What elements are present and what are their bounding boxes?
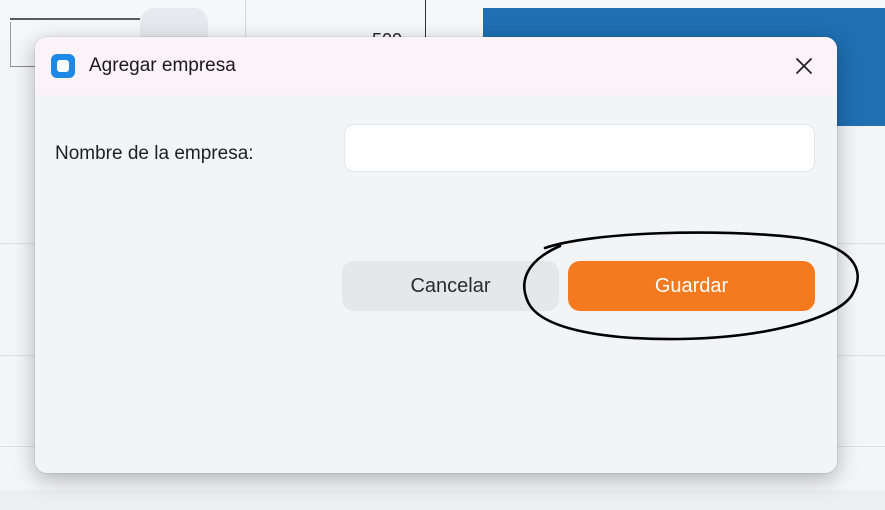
close-button[interactable] [789,51,819,81]
app-square-icon [51,54,75,78]
dialog-titlebar: Agregar empresa [35,37,837,95]
background-tab-border [10,18,140,20]
dialog-title: Agregar empresa [89,55,236,76]
close-icon [796,58,812,74]
company-name-input[interactable] [344,124,815,172]
company-name-label: Nombre de la empresa: [55,143,254,164]
background-column-divider [425,0,426,40]
screen: 500 Agregar empresa Nombre de la empresa… [0,0,885,510]
save-button[interactable]: Guardar [568,261,815,311]
cancel-button[interactable]: Cancelar [342,261,559,311]
background-column-divider [245,0,246,40]
add-company-dialog: Agregar empresa Nombre de la empresa: Ca… [35,37,837,473]
background-footer [0,490,885,510]
background-tab-border-left [10,22,11,67]
